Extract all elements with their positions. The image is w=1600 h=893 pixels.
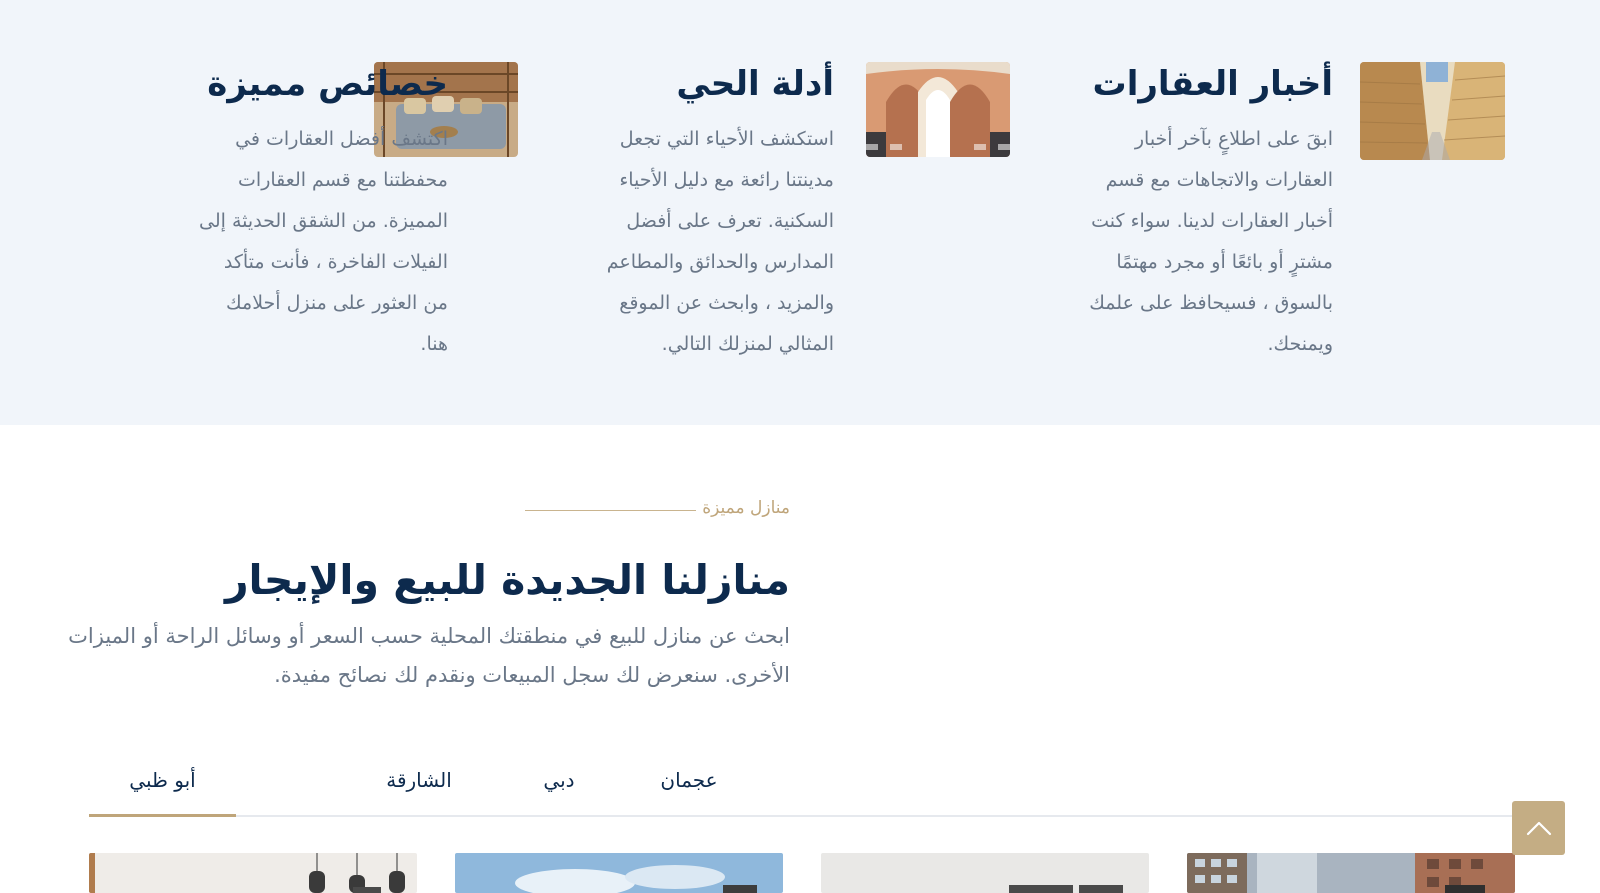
tab-abu-dhabi[interactable]: أبو ظبي [89,760,236,817]
feature-neighborhood-guides: أدلة الحي استكشف الأحياء التي تجعل مدينت… [607,62,1010,365]
description-line: المميزة. من الشقق الحديثة إلى [199,210,448,232]
chevron-up-icon [1526,821,1551,836]
description-line: السكنية. تعرف على أفضل [626,210,834,232]
description-line: .الأخرى. سنعرض لك سجل المبيعات ونقدم لك … [274,663,790,687]
description-line: من العثور على منزل أحلامك [226,292,448,314]
feature-description: استكشف الأحياء التي تجعل مدينتنا رائعة م… [607,119,834,365]
description-line: ابقَ على اطلاعٍ بآخر أخبار [1134,128,1333,150]
description-line: المدارس والحدائق والمطاعم [606,251,834,273]
description-line: .المثالي لمنزلك التالي [661,333,834,355]
feature-title: أخبار العقارات [1092,64,1333,104]
description-line: ابحث عن منازل للبيع في منطقتك المحلية حس… [68,624,790,648]
feature-real-estate-news: أخبار العقارات ابقَ على اطلاعٍ بآخر أخبا… [1089,62,1505,362]
feature-description: اكتشف أفضل العقارات في محفظتنا مع قسم ال… [199,119,448,365]
feature-title: أدلة الحي [676,64,834,104]
description-line: أخبار العقارات لدينا. سواء كنت [1091,210,1333,232]
description-line: بالسوق ، فسيحافظ على علمك [1089,292,1333,314]
description-line: الفيلات الفاخرة ، فأنت متأكد [223,251,448,273]
section-eyebrow: منازل مميزة [702,498,790,518]
scroll-to-top-button[interactable] [1512,801,1565,855]
description-line: محفظتنا مع قسم العقارات [238,169,448,191]
features-band: أخبار العقارات ابقَ على اطلاعٍ بآخر أخبا… [0,0,1600,425]
section-description: ابحث عن منازل للبيع في منطقتك المحلية حس… [68,617,790,695]
description-line: والمزيد ، وابحث عن الموقع [619,292,834,314]
description-line: مدينتنا رائعة مع دليل الأحياء [619,169,834,191]
city-tabs: أبو ظبي الشارقة دبي عجمان [89,760,1514,817]
description-line: استكشف الأحياء التي تجعل [619,128,834,150]
description-line: .هنا [420,333,448,355]
arches-image [866,62,1010,157]
section-title: منازلنا الجديدة للبيع والإيجار [224,556,790,604]
description-line: .ويمنحك [1267,333,1333,355]
description-line: اكتشف أفضل العقارات في [235,128,448,150]
description-line: العقارات والاتجاهات مع قسم [1105,169,1333,191]
property-card[interactable] [455,853,783,893]
feature-title: خصائص مميزة [207,64,448,104]
eyebrow-divider [525,510,696,511]
property-card[interactable] [821,853,1149,893]
tab-dubai[interactable]: دبي [519,760,599,817]
alley-image [1360,62,1505,160]
feature-featured-properties: خصائص مميزة اكتشف أفضل العقارات في محفظت… [108,62,518,362]
tab-sharjah[interactable]: الشارقة [359,760,479,817]
property-card[interactable] [1187,853,1515,893]
description-line: مشترٍ أو بائعًا أو مجرد مهتمًا [1116,251,1333,273]
feature-description: ابقَ على اطلاعٍ بآخر أخبار العقارات والا… [1089,119,1333,365]
property-card[interactable] [89,853,417,893]
tab-ajman[interactable]: عجمان [639,760,739,817]
